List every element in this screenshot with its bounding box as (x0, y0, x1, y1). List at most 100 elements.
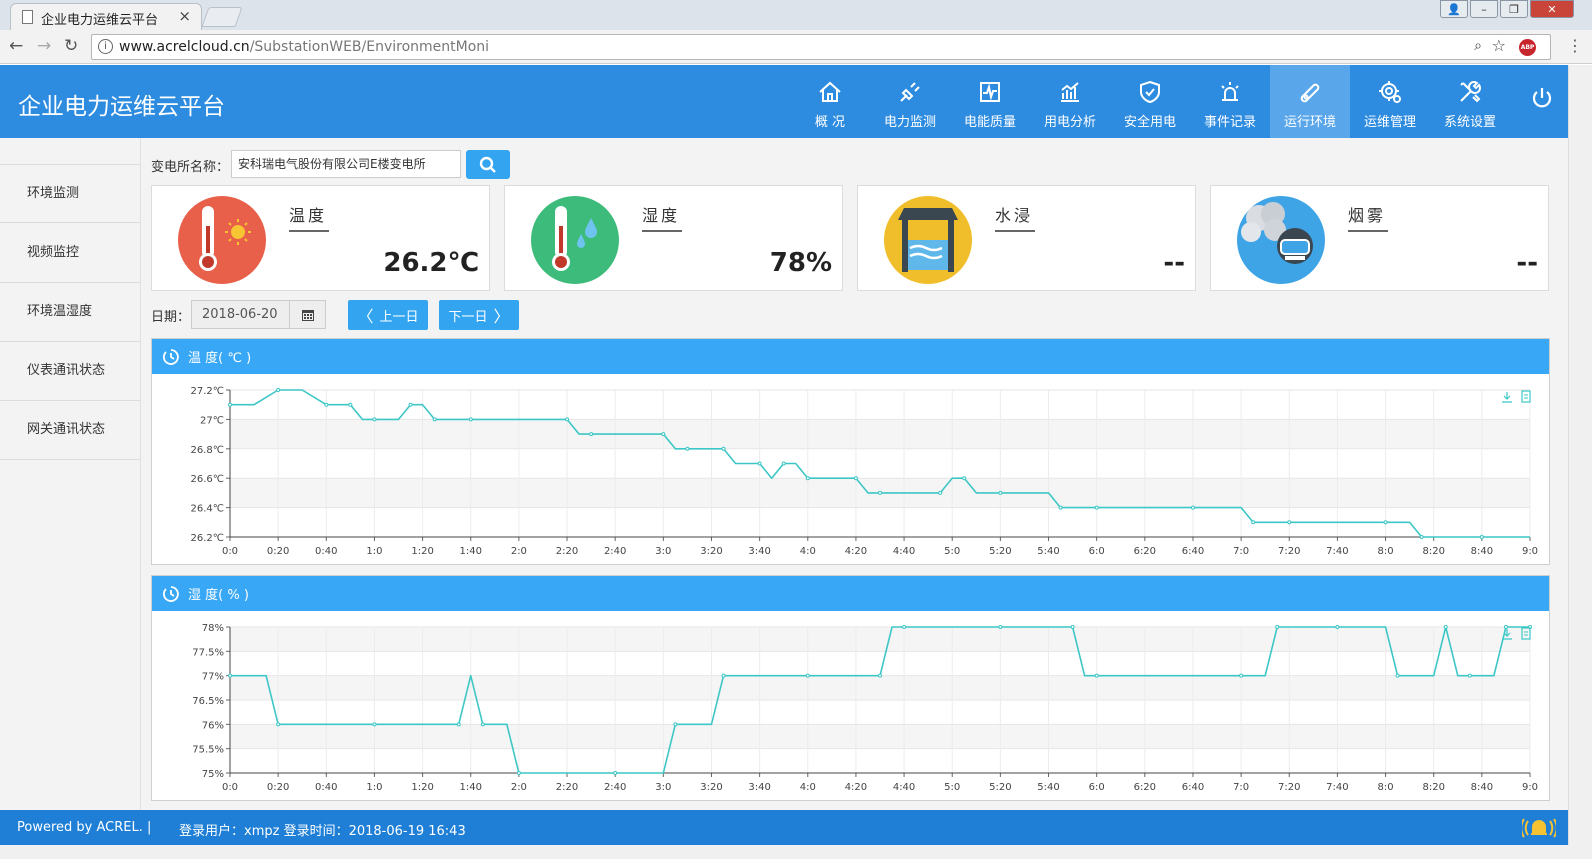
temperature-card: 温度 26.2℃ (151, 185, 490, 291)
data-point (878, 673, 882, 678)
sidebar-item-temp-humidity[interactable]: 环境温湿度 (0, 283, 141, 342)
forward-icon[interactable]: → (37, 36, 51, 56)
x-tick-label: 0:40 (315, 546, 337, 557)
y-tick-label: 76% (202, 720, 224, 731)
x-tick-label: 5:20 (989, 782, 1011, 793)
new-tab-button[interactable] (201, 7, 243, 27)
next-day-button[interactable]: 下一日 〉 (439, 300, 519, 330)
alarm-bell-button[interactable] (1520, 815, 1558, 845)
data-point (1479, 535, 1484, 539)
menu-power-monitor[interactable]: 电力监测 (870, 65, 950, 138)
y-tick-label: 77.5% (192, 647, 224, 658)
browser-tab[interactable]: 企业电力运维云平台 × (10, 3, 202, 30)
prev-day-button[interactable]: 〈 上一日 (348, 300, 428, 330)
x-tick-label: 0:0 (222, 782, 238, 793)
x-tick-label: 3:20 (700, 546, 722, 557)
powered-by: Powered by ACREL. | (17, 820, 152, 835)
substation-input[interactable]: 安科瑞电气股份有限公司E楼变电所 (231, 150, 461, 178)
sidebar-item-gateway-comm[interactable]: 网关通讯状态 (0, 401, 141, 460)
data-point (1419, 535, 1424, 539)
logout-button[interactable] (1530, 85, 1554, 115)
download-icon[interactable] (1502, 392, 1512, 403)
data-point (1094, 505, 1099, 510)
sidebar-item-label: 仪表通讯状态 (27, 363, 106, 378)
humidity-chart: 75% 75.5% 76% 76.5% 77% 77.5% 78% 0:0 0:20 0:40 1:… (192, 623, 1538, 793)
x-tick-label: 1:20 (411, 782, 433, 793)
data-point (998, 625, 1003, 629)
url-host: www.acrelcloud.cn (119, 39, 250, 55)
x-tick-label: 1:40 (460, 546, 482, 557)
x-tick-label: 3:0 (655, 546, 671, 557)
data-point (878, 490, 882, 495)
plug-icon (900, 82, 920, 102)
back-icon[interactable]: ← (9, 36, 23, 56)
menu-safety[interactable]: 安全用电 (1110, 65, 1190, 138)
minimize-icon[interactable]: – (1470, 0, 1498, 18)
sidebar-item-env-monitor[interactable]: 环境监测 (0, 164, 141, 223)
smoke-detector-icon (1237, 196, 1325, 284)
substation-label: 变电所名称： (151, 160, 230, 175)
restore-icon[interactable]: ❐ (1500, 0, 1528, 18)
data-point (1395, 673, 1400, 678)
data-point (962, 476, 967, 481)
data-point (661, 432, 666, 437)
data-view-icon[interactable] (1521, 390, 1531, 403)
menu-power-quality[interactable]: 电能质量 (950, 65, 1030, 138)
zoom-icon[interactable]: ⌕ (1474, 38, 1482, 54)
menu-maintenance[interactable]: 运维管理 (1350, 65, 1430, 138)
address-bar[interactable]: i www.acrelcloud.cn/SubstationWEB/Enviro… (91, 34, 1551, 60)
tab-close-icon[interactable]: × (178, 7, 191, 25)
menu-event-log[interactable]: 事件记录 (1190, 65, 1270, 138)
y-tick-label: 75% (202, 769, 224, 780)
date-input[interactable]: 2018-06-20 (191, 300, 290, 329)
temperature-chart-title: 温 度( ℃ ) (188, 351, 252, 366)
search-button[interactable] (466, 150, 510, 179)
menu-environment[interactable]: 运行环境 (1270, 65, 1350, 138)
data-point (613, 771, 618, 775)
clock-refresh-icon (163, 585, 179, 602)
menu-label: 安全用电 (1123, 115, 1176, 130)
humidity-chart-header: 湿 度( % ) (152, 576, 1549, 611)
data-point (228, 402, 232, 407)
chevron-right-icon: 〉 (493, 307, 510, 326)
url-text[interactable]: www.acrelcloud.cn/SubstationWEB/Environm… (119, 39, 489, 55)
data-point (480, 722, 485, 727)
y-tick-label: 26.8℃ (191, 445, 225, 456)
data-point (721, 673, 726, 678)
x-tick-label: 6:40 (1182, 782, 1204, 793)
x-tick-label: 4:0 (800, 782, 816, 793)
x-tick-label: 2:40 (604, 546, 626, 557)
x-tick-label: 8:20 (1422, 546, 1444, 557)
user-icon[interactable]: 👤 (1440, 0, 1468, 18)
x-tick-label: 4:40 (893, 782, 915, 793)
menu-settings[interactable]: 系统设置 (1430, 65, 1510, 138)
series-line (230, 389, 1530, 538)
menu-label: 电力监测 (883, 115, 936, 130)
menu-label: 系统设置 (1443, 115, 1496, 130)
sidebar-item-video[interactable]: 视频监控 (0, 224, 141, 283)
y-tick-label: 77% (202, 672, 224, 683)
menu-overview[interactable]: 概 况 (790, 65, 870, 138)
data-point (1443, 625, 1448, 629)
info-icon[interactable]: i (98, 39, 113, 54)
calendar-button[interactable] (289, 300, 326, 329)
x-tick-label: 6:0 (1089, 782, 1105, 793)
x-tick-label: 8:0 (1378, 782, 1394, 793)
adblock-icon[interactable]: ABP (1519, 39, 1536, 56)
sidebar-item-meter-comm[interactable]: 仪表通讯状态 (0, 342, 141, 401)
title-underline (289, 230, 329, 232)
thermometer-drops-icon (531, 196, 619, 284)
card-title: 烟雾 (1348, 206, 1387, 225)
data-point (998, 490, 1003, 495)
x-tick-label: 5:40 (1037, 546, 1059, 557)
browser-menu-icon[interactable]: ⋮ (1567, 36, 1583, 55)
data-point (1467, 673, 1472, 678)
bookmark-star-icon[interactable]: ☆ (1492, 36, 1506, 55)
reload-icon[interactable]: ↻ (64, 36, 78, 56)
window-close-icon[interactable]: ✕ (1530, 0, 1574, 18)
page-scrollbar[interactable] (1568, 65, 1592, 859)
x-tick-label: 0:20 (267, 546, 289, 557)
prev-day-label: 上一日 (379, 309, 419, 325)
menu-usage-analysis[interactable]: 用电分析 (1030, 65, 1110, 138)
humidity-value: 78% (769, 248, 832, 278)
